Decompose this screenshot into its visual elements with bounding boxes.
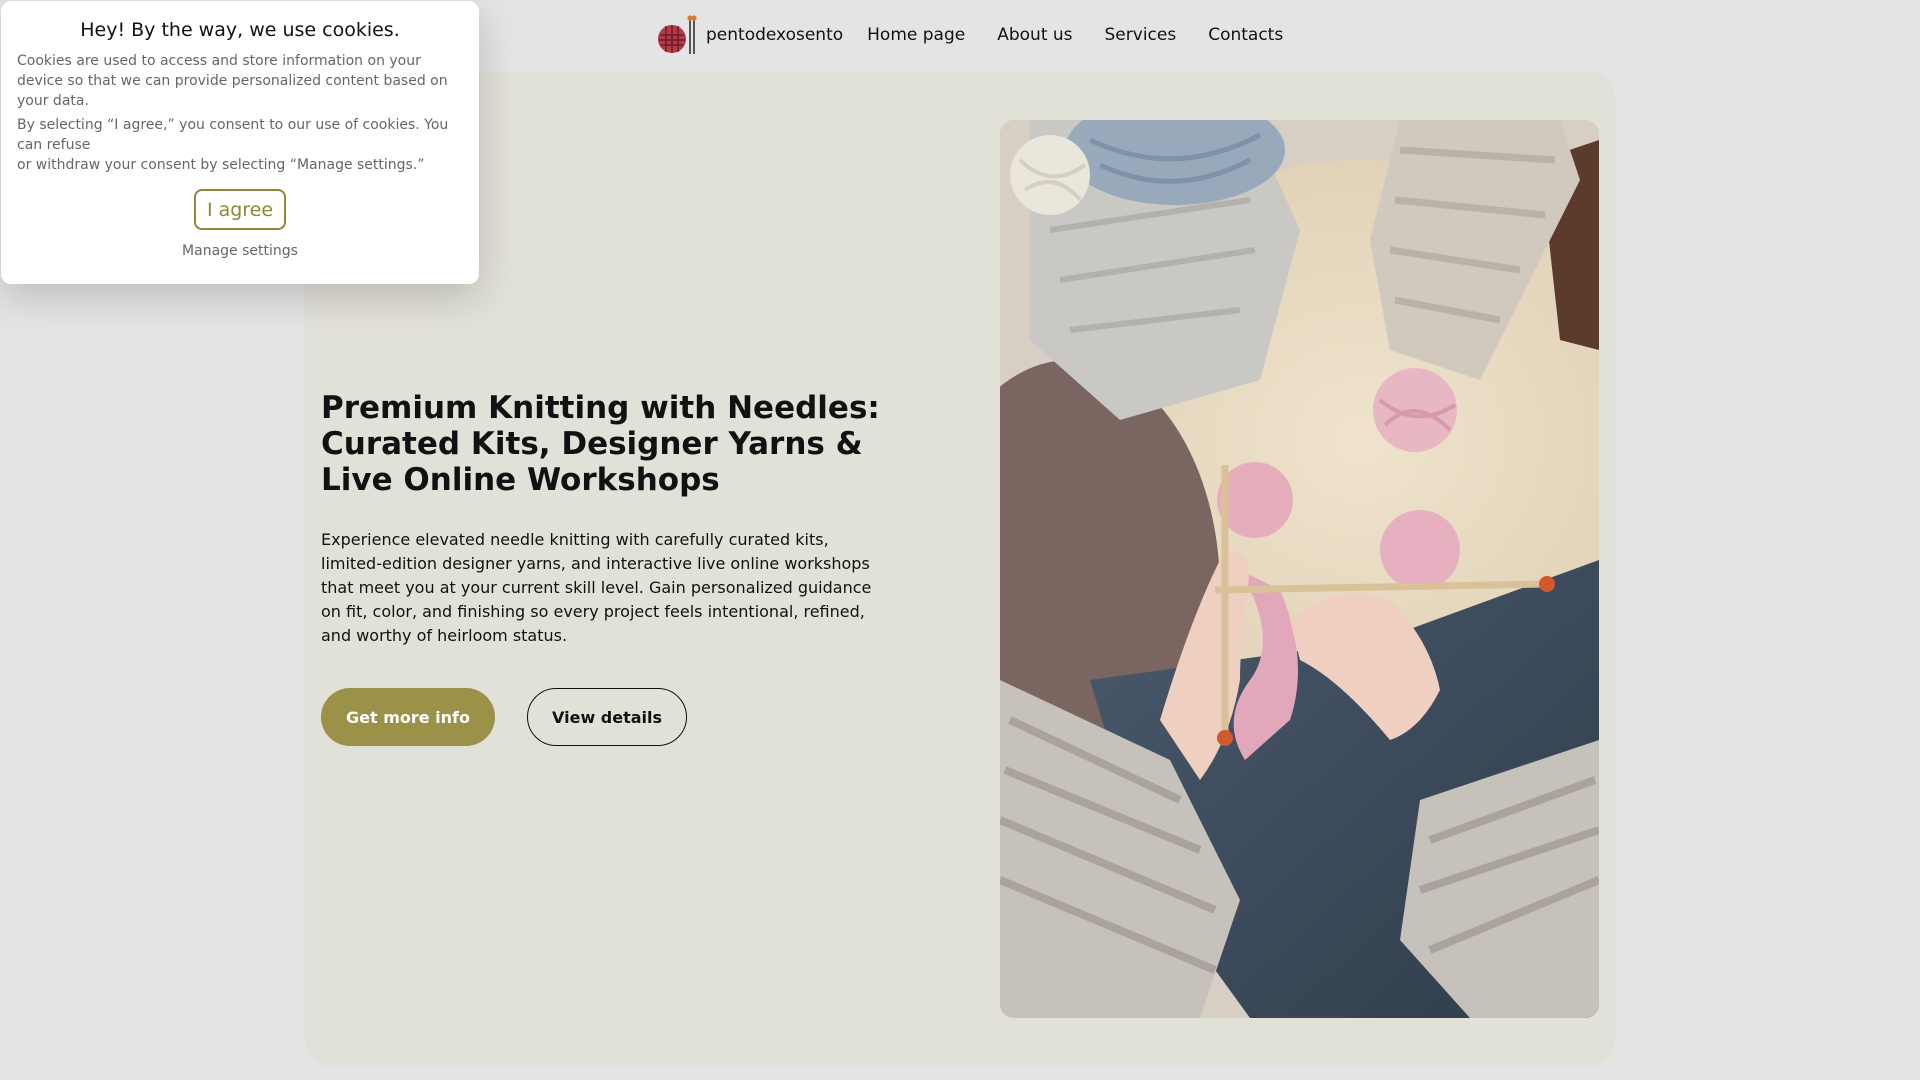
- view-details-button[interactable]: View details: [527, 688, 688, 746]
- get-more-info-button[interactable]: Get more info: [321, 688, 496, 746]
- brand-name: pentodexosento: [706, 25, 844, 45]
- cookie-consent-text: By selecting “I agree,” you consent to o…: [17, 115, 463, 175]
- cookie-description: Cookies are used to access and store inf…: [17, 53, 448, 109]
- nav-services[interactable]: Services: [1105, 25, 1177, 45]
- hero-text: Premium Knitting with Needles: Curated K…: [321, 390, 881, 746]
- hero-description: Experience elevated needle knitting with…: [321, 530, 872, 645]
- cookie-consent-dialog: Hey! By the way, we use cookies. Cookies…: [1, 1, 479, 284]
- page: pentodexosento Home page About us Servic…: [0, 0, 1920, 1080]
- hero-actions: Get more info View details: [321, 688, 881, 746]
- cookie-agree-wrapper: I agree: [17, 189, 463, 230]
- yarn-ball-logo-icon: [658, 15, 697, 54]
- nav-home-page[interactable]: Home page: [867, 25, 965, 45]
- nav-about-us[interactable]: About us: [997, 25, 1072, 45]
- top-navigation: pentodexosento Home page About us Servic…: [656, 15, 1283, 54]
- nav-contacts[interactable]: Contacts: [1208, 25, 1283, 45]
- hero-title: Premium Knitting with Needles: Curated K…: [321, 390, 880, 498]
- knitting-illustration: [1000, 120, 1599, 1018]
- knitting-photo: [1000, 120, 1599, 1018]
- cookie-consent-line-1: By selecting “I agree,” you consent to o…: [17, 117, 449, 153]
- hero-section: Premium Knitting with Needles: Curated K…: [305, 72, 1615, 1066]
- cookie-title: Hey! By the way, we use cookies.: [80, 19, 400, 41]
- manage-settings-link[interactable]: Manage settings: [17, 243, 463, 259]
- cookie-consent-line-2: or withdraw your consent by selecting “M…: [17, 157, 425, 173]
- i-agree-button[interactable]: I agree: [193, 189, 287, 230]
- brand[interactable]: pentodexosento: [656, 14, 843, 56]
